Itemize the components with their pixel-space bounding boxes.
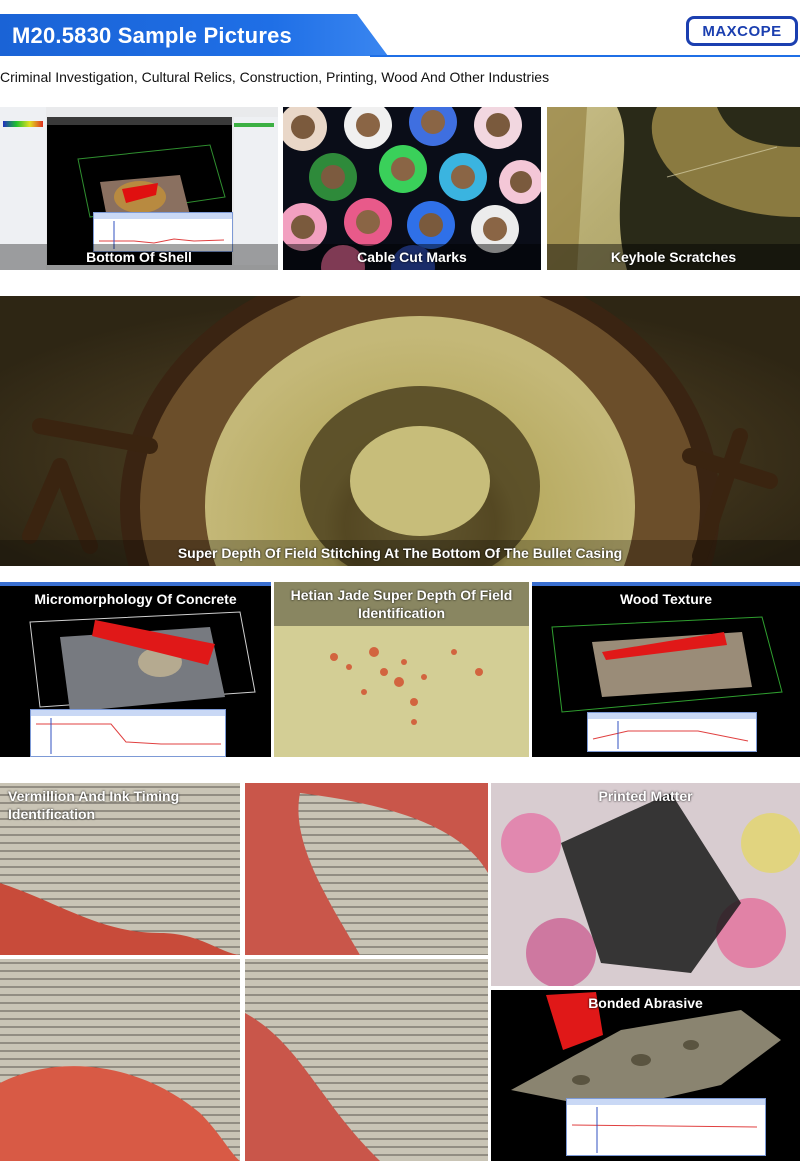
tile-wood-texture: Wood Texture [532,582,800,757]
tile-cable-cut-marks: Cable Cut Marks [283,107,541,270]
caption-keyhole-scratches: Keyhole Scratches [547,244,800,270]
tile-printed-matter: Printed Matter [491,783,800,986]
caption-bottom-of-shell: Bottom Of Shell [0,244,278,270]
tile-hetian-jade: Hetian Jade Super Depth Of Field Identif… [274,582,529,757]
brand-logo: MAXCOPE [686,16,798,46]
tile-bottom-of-shell: Bottom Of Shell [0,107,278,270]
page-title: M20.5830 Sample Pictures [12,23,292,48]
tile-bullet-casing: Super Depth Of Field Stitching At The Bo… [0,296,800,566]
header-divider [370,55,800,57]
caption-concrete: Micromorphology Of Concrete [34,591,237,607]
caption-cable-cut-marks: Cable Cut Marks [283,244,541,270]
tile-concrete: Micromorphology Of Concrete [0,582,271,757]
caption-wood-texture: Wood Texture [619,591,713,607]
caption-hetian-jade: Hetian Jade Super Depth Of Field Identif… [274,582,529,626]
caption-bullet-casing: Super Depth Of Field Stitching At The Bo… [0,540,800,566]
printed-matter-image [491,783,800,986]
caption-printed-matter: Printed Matter [598,788,693,804]
caption-vermillion: Vermillion And Ink Timing Identification [8,788,180,822]
tile-keyhole-scratches: Keyhole Scratches [547,107,800,270]
tile-vermillion: Vermillion And Ink Timing Identification [0,783,488,1161]
bullet-casing-image [0,296,800,566]
header-banner: M20.5830 Sample Pictures [0,14,388,56]
industries-subtitle: Criminal Investigation, Cultural Relics,… [0,69,550,85]
vermillion-image-grid [0,783,488,1161]
brand-logo-text: MAXCOPE [702,22,782,40]
caption-bonded-abrasive: Bonded Abrasive [588,995,703,1011]
tile-bonded-abrasive: Bonded Abrasive [491,990,800,1161]
